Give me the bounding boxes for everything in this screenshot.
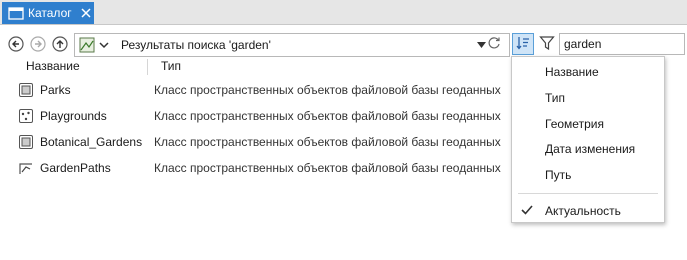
column-header-type[interactable]: Тип <box>161 59 181 73</box>
menu-divider <box>518 193 658 194</box>
sort-menu-item-path[interactable]: Путь <box>512 163 664 187</box>
up-arrow-icon[interactable] <box>52 36 68 52</box>
sort-menu-item-name[interactable]: Название <box>512 60 664 84</box>
checkmark-icon <box>520 203 534 217</box>
filter-icon <box>539 35 555 54</box>
list-item[interactable]: Botanical_Gardens Класс пространственных… <box>0 132 510 154</box>
item-name: Parks <box>40 83 71 97</box>
filter-button[interactable] <box>537 33 557 55</box>
line-feature-class-icon <box>18 160 34 176</box>
chevron-down-icon[interactable] <box>97 37 111 53</box>
item-type: Класс пространственных объектов файловой… <box>154 109 501 123</box>
search-input[interactable] <box>564 35 674 53</box>
item-name: Playgrounds <box>40 109 107 123</box>
item-name: GardenPaths <box>40 161 111 175</box>
item-type: Класс пространственных объектов файловой… <box>154 161 501 175</box>
sort-menu-item-geometry[interactable]: Геометрия <box>512 112 664 136</box>
search-field[interactable] <box>559 33 685 55</box>
list-item[interactable]: Playgrounds Класс пространственных объек… <box>0 106 510 128</box>
column-header-name[interactable]: Название <box>26 59 80 73</box>
catalog-window-icon <box>8 5 24 21</box>
back-arrow-icon[interactable] <box>8 36 24 52</box>
location-text: Результаты поиска 'garden' <box>121 38 271 52</box>
close-icon[interactable] <box>79 6 93 20</box>
list-item[interactable]: Parks Класс пространственных объектов фа… <box>0 80 510 102</box>
tab-strip: Каталог <box>0 0 687 25</box>
item-type: Класс пространственных объектов файловой… <box>154 135 501 149</box>
sort-button[interactable] <box>512 33 534 55</box>
tab-title: Каталог <box>28 6 72 20</box>
sort-menu: Название Тип Геометрия Дата изменения Пу… <box>511 56 665 223</box>
polygon-feature-class-icon <box>18 134 34 150</box>
tab-catalog[interactable]: Каталог <box>2 2 94 24</box>
polygon-feature-class-icon <box>18 82 34 98</box>
forward-arrow-icon[interactable] <box>30 36 46 52</box>
location-bar[interactable]: Результаты поиска 'garden' <box>74 33 510 57</box>
sort-menu-item-type[interactable]: Тип <box>512 86 664 110</box>
sort-menu-item-date-modified[interactable]: Дата изменения <box>512 137 664 161</box>
column-divider[interactable] <box>147 59 148 75</box>
item-type: Класс пространственных объектов файловой… <box>154 83 501 97</box>
sort-icon <box>515 35 531 54</box>
list-item[interactable]: GardenPaths Класс пространственных объек… <box>0 158 510 180</box>
refresh-icon[interactable] <box>486 35 504 53</box>
item-name: Botanical_Gardens <box>40 135 143 149</box>
search-results-icon <box>79 37 95 53</box>
sort-menu-item-relevance[interactable]: Актуальность <box>512 199 664 223</box>
point-feature-class-icon <box>18 108 34 124</box>
